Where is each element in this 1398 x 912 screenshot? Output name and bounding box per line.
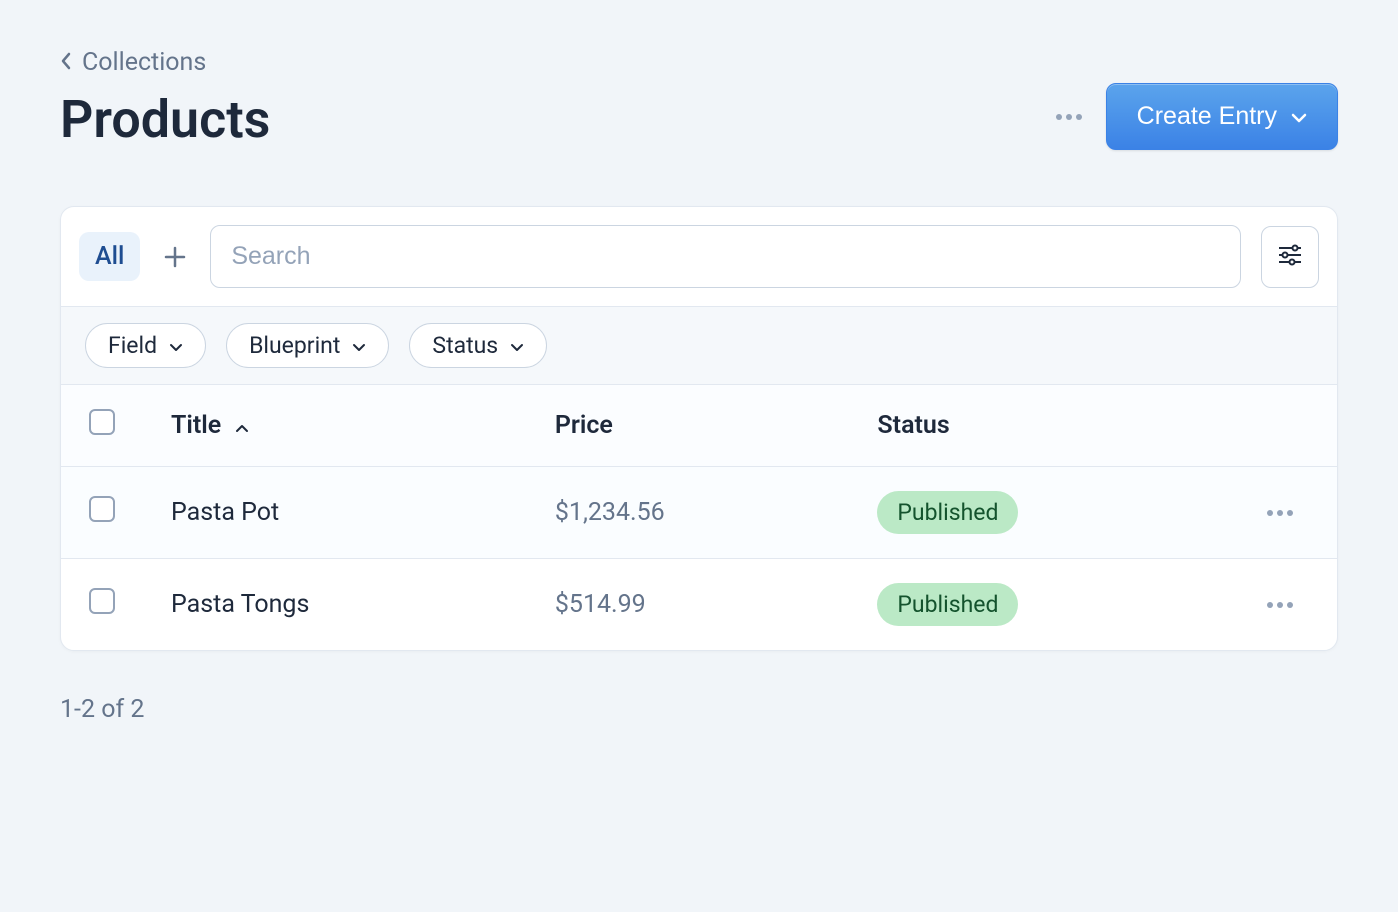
filter-blueprint[interactable]: Blueprint <box>226 323 389 368</box>
filter-field-label: Field <box>108 332 157 359</box>
row-title: Pasta Pot <box>151 467 535 559</box>
chevron-down-icon <box>510 332 524 359</box>
page-more-actions[interactable] <box>1056 114 1082 120</box>
breadcrumb-label: Collections <box>82 48 206 77</box>
status-badge: Published <box>877 491 1018 534</box>
entries-table: Title Price Status Pasta Pot $1,234.56 P… <box>61 384 1337 650</box>
row-title: Pasta Tongs <box>151 559 535 651</box>
row-price: $514.99 <box>535 559 858 651</box>
add-filter-tab-button[interactable] <box>160 245 190 269</box>
chevron-down-icon <box>352 332 366 359</box>
row-checkbox[interactable] <box>89 496 115 522</box>
filter-blueprint-label: Blueprint <box>249 332 340 359</box>
breadcrumb-back[interactable]: Collections <box>60 48 206 77</box>
pagination-info: 1-2 of 2 <box>60 695 1338 724</box>
sliders-icon <box>1276 241 1304 273</box>
column-header-status[interactable]: Status <box>857 385 1247 467</box>
table-row[interactable]: Pasta Pot $1,234.56 Published <box>61 467 1337 559</box>
row-checkbox[interactable] <box>89 588 115 614</box>
filter-status-label: Status <box>432 332 498 359</box>
sort-asc-icon <box>235 423 249 433</box>
page-title: Products <box>60 89 270 150</box>
create-entry-label: Create Entry <box>1137 102 1277 131</box>
column-price-label: Price <box>555 411 613 440</box>
column-header-price[interactable]: Price <box>535 385 858 467</box>
create-entry-button[interactable]: Create Entry <box>1106 83 1338 150</box>
select-all-checkbox[interactable] <box>89 409 115 435</box>
table-row[interactable]: Pasta Tongs $514.99 Published <box>61 559 1337 651</box>
row-actions[interactable] <box>1247 559 1337 651</box>
chevron-left-icon <box>60 48 72 77</box>
column-title-label: Title <box>171 411 221 440</box>
column-header-title[interactable]: Title <box>151 385 535 467</box>
filter-field[interactable]: Field <box>85 323 206 368</box>
more-icon <box>1267 510 1317 516</box>
row-price: $1,234.56 <box>535 467 858 559</box>
more-icon <box>1267 602 1317 608</box>
column-settings-button[interactable] <box>1261 226 1319 288</box>
entries-card: All Field Blueprint Status <box>60 206 1338 651</box>
search-input[interactable] <box>210 225 1241 288</box>
filter-tab-all[interactable]: All <box>79 232 140 281</box>
row-actions[interactable] <box>1247 467 1337 559</box>
column-status-label: Status <box>877 411 949 440</box>
chevron-down-icon <box>1291 102 1307 131</box>
status-badge: Published <box>877 583 1018 626</box>
chevron-down-icon <box>169 332 183 359</box>
filters-row: Field Blueprint Status <box>61 306 1337 384</box>
filter-status[interactable]: Status <box>409 323 547 368</box>
